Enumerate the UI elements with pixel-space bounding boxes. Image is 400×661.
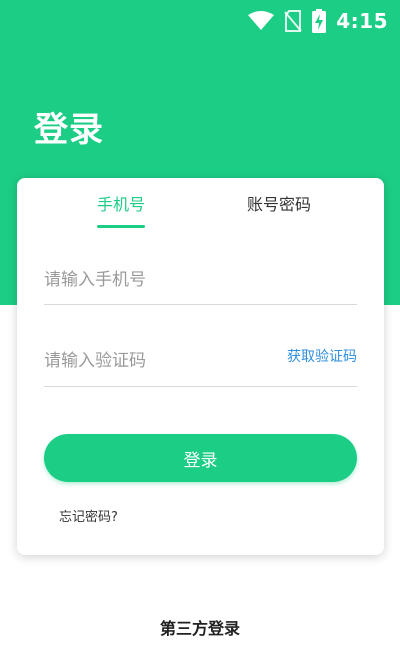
wifi-icon xyxy=(248,11,275,31)
third-party-login-label: 第三方登录 xyxy=(159,619,240,638)
status-bar: 4:15 xyxy=(0,0,400,42)
get-code-button[interactable]: 获取验证码 xyxy=(287,346,357,368)
tab-account-password[interactable]: 账号密码 xyxy=(247,194,311,216)
verification-code-input[interactable] xyxy=(44,336,264,386)
login-screen: 4:15 登录 手机号 账号密码 获取验证码 登录 忘记密码? 第三方登录 xyxy=(0,0,400,661)
code-field-underline xyxy=(44,386,357,387)
page-title: 登录 xyxy=(34,110,104,150)
login-button[interactable]: 登录 xyxy=(44,434,357,482)
active-tab-indicator xyxy=(97,225,145,228)
status-icons: 4:15 xyxy=(248,9,388,33)
forgot-password-link[interactable]: 忘记密码? xyxy=(59,509,118,527)
status-time: 4:15 xyxy=(336,9,388,33)
battery-charging-icon xyxy=(312,9,327,33)
no-sim-icon xyxy=(284,10,303,32)
phone-input[interactable] xyxy=(44,256,357,305)
login-card: 手机号 账号密码 获取验证码 登录 忘记密码? xyxy=(17,178,384,555)
tab-phone[interactable]: 手机号 xyxy=(97,194,145,216)
